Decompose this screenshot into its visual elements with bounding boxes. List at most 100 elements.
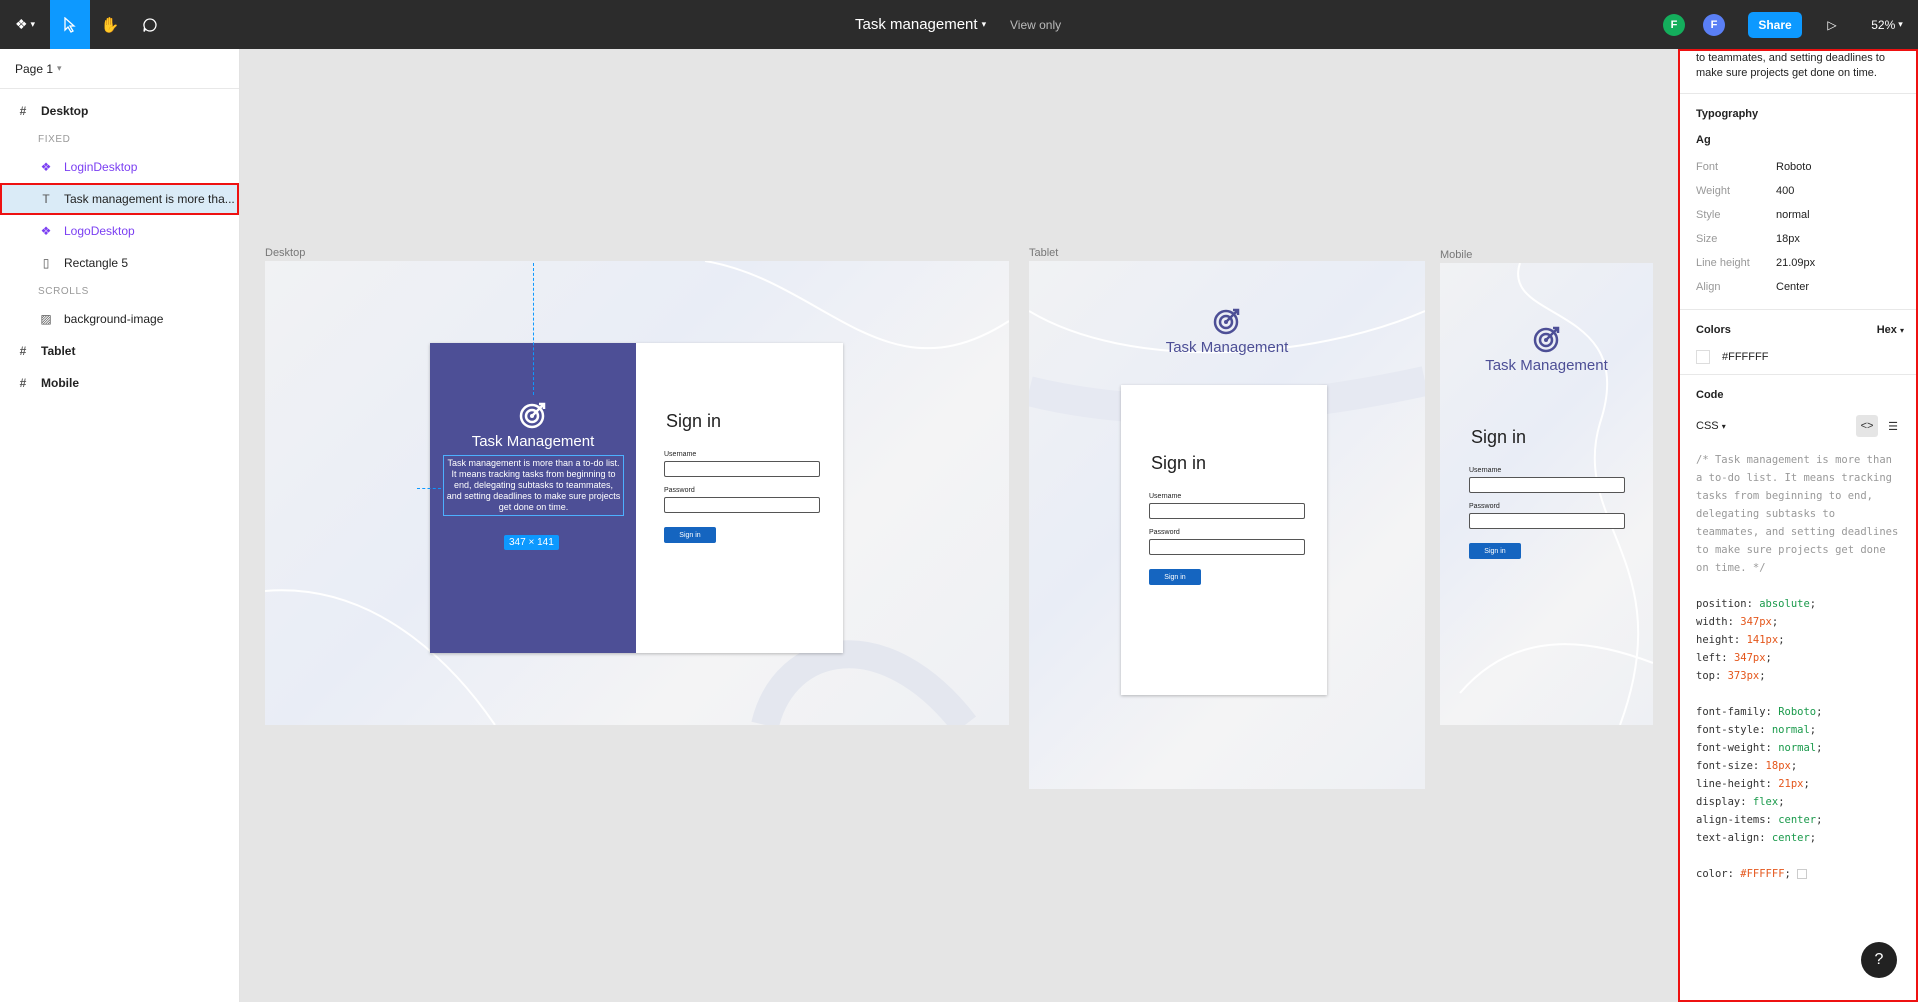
typography-heading: Typography xyxy=(1696,108,1759,120)
css-property: font-weight: xyxy=(1696,742,1779,754)
zoom-dropdown[interactable]: 52% ▾ xyxy=(1862,0,1912,49)
code-line: font-style: normal; xyxy=(1696,724,1817,736)
description-text[interactable]: Task management is more than a to-do lis… xyxy=(443,455,624,516)
layer-rectangle-5[interactable]: ▯ Rectangle 5 xyxy=(0,247,239,279)
zoom-level: 52% xyxy=(1871,17,1896,32)
login-card: Task Management Task management is more … xyxy=(430,343,843,653)
size-value[interactable]: 18px xyxy=(1776,233,1800,245)
line-height-value[interactable]: 21.09px xyxy=(1776,257,1815,269)
target-icon xyxy=(1213,308,1240,335)
frame-label-desktop[interactable]: Desktop xyxy=(265,247,305,259)
layer-tablet[interactable]: # Tablet xyxy=(0,335,239,367)
color-format: Hex xyxy=(1876,324,1897,336)
code-comment: /* Task management is more than a to-do … xyxy=(1696,454,1899,574)
tablet-frame[interactable]: Task Management Sign in Username Passwor… xyxy=(1029,261,1425,789)
align-value[interactable]: Center xyxy=(1776,281,1809,293)
layer-logo-desktop[interactable]: ❖ LogoDesktop xyxy=(0,215,239,247)
typography-sample: Ag xyxy=(1696,134,1711,146)
css-value: Roboto xyxy=(1778,706,1817,718)
css-property: width: xyxy=(1696,616,1741,628)
layer-mobile[interactable]: # Mobile xyxy=(0,367,239,399)
signin-button[interactable]: Sign in xyxy=(664,527,716,543)
password-input[interactable] xyxy=(1469,513,1625,529)
username-label: Username xyxy=(1469,467,1502,474)
css-property: left: xyxy=(1696,652,1734,664)
signin-button[interactable]: Sign in xyxy=(1149,569,1201,585)
layer-desktop[interactable]: # Desktop xyxy=(0,95,239,127)
layer-label: background-image xyxy=(64,312,164,326)
css-value: center xyxy=(1778,814,1817,826)
code-line: height: 141px; xyxy=(1696,634,1785,646)
code-section: Code CSS ▾ <> ☰ /* Task management is mo… xyxy=(1679,375,1918,893)
comment-tool-button[interactable] xyxy=(130,0,170,49)
present-button[interactable]: ▷ xyxy=(1820,0,1844,49)
layer-login-desktop[interactable]: ❖ LoginDesktop xyxy=(0,151,239,183)
frame-label-mobile[interactable]: Mobile xyxy=(1440,249,1472,261)
password-input[interactable] xyxy=(1149,539,1305,555)
css-value: absolute xyxy=(1759,598,1810,610)
code-line: color: #FFFFFF; xyxy=(1696,865,1904,883)
frame-icon: # xyxy=(19,104,27,118)
code-view-icon[interactable]: <> xyxy=(1856,415,1878,437)
avatar[interactable]: F xyxy=(1663,14,1685,36)
chevron-down-icon: ▾ xyxy=(981,19,987,29)
css-property: text-align: xyxy=(1696,832,1772,844)
comment-icon xyxy=(143,17,157,32)
signin-title: Sign in xyxy=(666,411,722,431)
username-input[interactable] xyxy=(664,461,820,477)
brand-title: Task Management xyxy=(1485,357,1608,374)
language-dropdown[interactable]: CSS ▾ xyxy=(1696,420,1726,432)
css-value: 347px xyxy=(1740,616,1772,628)
frame-label-tablet[interactable]: Tablet xyxy=(1029,247,1058,259)
style-value[interactable]: normal xyxy=(1776,209,1810,221)
layer-label: Mobile xyxy=(41,376,79,390)
layer-background-image[interactable]: ▨ background-image xyxy=(0,303,239,335)
css-value: center xyxy=(1771,832,1810,844)
layer-task-text[interactable]: T Task management is more tha... xyxy=(0,183,239,215)
code-line: position: absolute; xyxy=(1696,598,1817,610)
color-swatch xyxy=(1796,869,1807,879)
color-format-dropdown[interactable]: Hex ▾ xyxy=(1877,324,1904,336)
signin-title: Sign in xyxy=(1471,427,1527,447)
username-input[interactable] xyxy=(1469,477,1625,493)
text-icon: T xyxy=(42,192,50,206)
page-selector[interactable]: Page 1 ▾ xyxy=(0,49,239,89)
weight-value[interactable]: 400 xyxy=(1776,185,1794,197)
code-line: width: 347px; xyxy=(1696,616,1779,628)
mobile-frame[interactable]: Task Management Sign in Username Passwor… xyxy=(1440,263,1653,725)
typography-section: Typography Ag Font Roboto Weight 400 Style… xyxy=(1679,94,1918,310)
section-fixed: FIXED xyxy=(38,133,71,145)
code-line: top: 373px; xyxy=(1696,670,1766,682)
layer-label: Tablet xyxy=(41,344,76,358)
font-value[interactable]: Roboto xyxy=(1776,161,1811,173)
css-property: height: xyxy=(1696,634,1747,646)
signin-title: Sign in xyxy=(1151,453,1207,473)
frame-icon: # xyxy=(19,376,27,390)
section-scrolls: SCROLLS xyxy=(38,285,89,297)
prop-key: Style xyxy=(1696,209,1721,221)
chevron-down-icon: ▾ xyxy=(1899,326,1904,335)
main-menu-button[interactable]: ❖ ▾ xyxy=(0,0,50,49)
canvas[interactable]: Desktop Task Management Task management … xyxy=(240,49,1678,1002)
css-value: 141px xyxy=(1746,634,1779,646)
hand-tool-button[interactable]: ✋ xyxy=(90,0,130,49)
share-button[interactable]: Share xyxy=(1748,12,1802,38)
layer-label: Desktop xyxy=(41,104,89,118)
code-block[interactable]: /* Task management is more than a to-do … xyxy=(1696,451,1904,883)
avatar[interactable]: F xyxy=(1703,14,1725,36)
css-value: normal xyxy=(1778,742,1817,754)
chevron-down-icon: ▾ xyxy=(57,63,62,73)
username-input[interactable] xyxy=(1149,503,1305,519)
password-input[interactable] xyxy=(664,497,820,513)
signin-button[interactable]: Sign in xyxy=(1469,543,1521,559)
desktop-frame[interactable]: Task Management Task management is more … xyxy=(265,261,1009,725)
language-label: CSS xyxy=(1696,420,1719,432)
help-button[interactable]: ? xyxy=(1861,942,1897,978)
file-title-button[interactable]: Task management ▾ xyxy=(855,0,986,49)
list-view-icon[interactable]: ☰ xyxy=(1882,415,1904,437)
move-tool-button[interactable] xyxy=(50,0,90,49)
component-icon: ❖ xyxy=(40,160,52,174)
chevron-down-icon: ▾ xyxy=(1721,422,1726,431)
color-row[interactable]: #FFFFFF xyxy=(1696,350,1904,364)
password-label: Password xyxy=(664,487,695,494)
